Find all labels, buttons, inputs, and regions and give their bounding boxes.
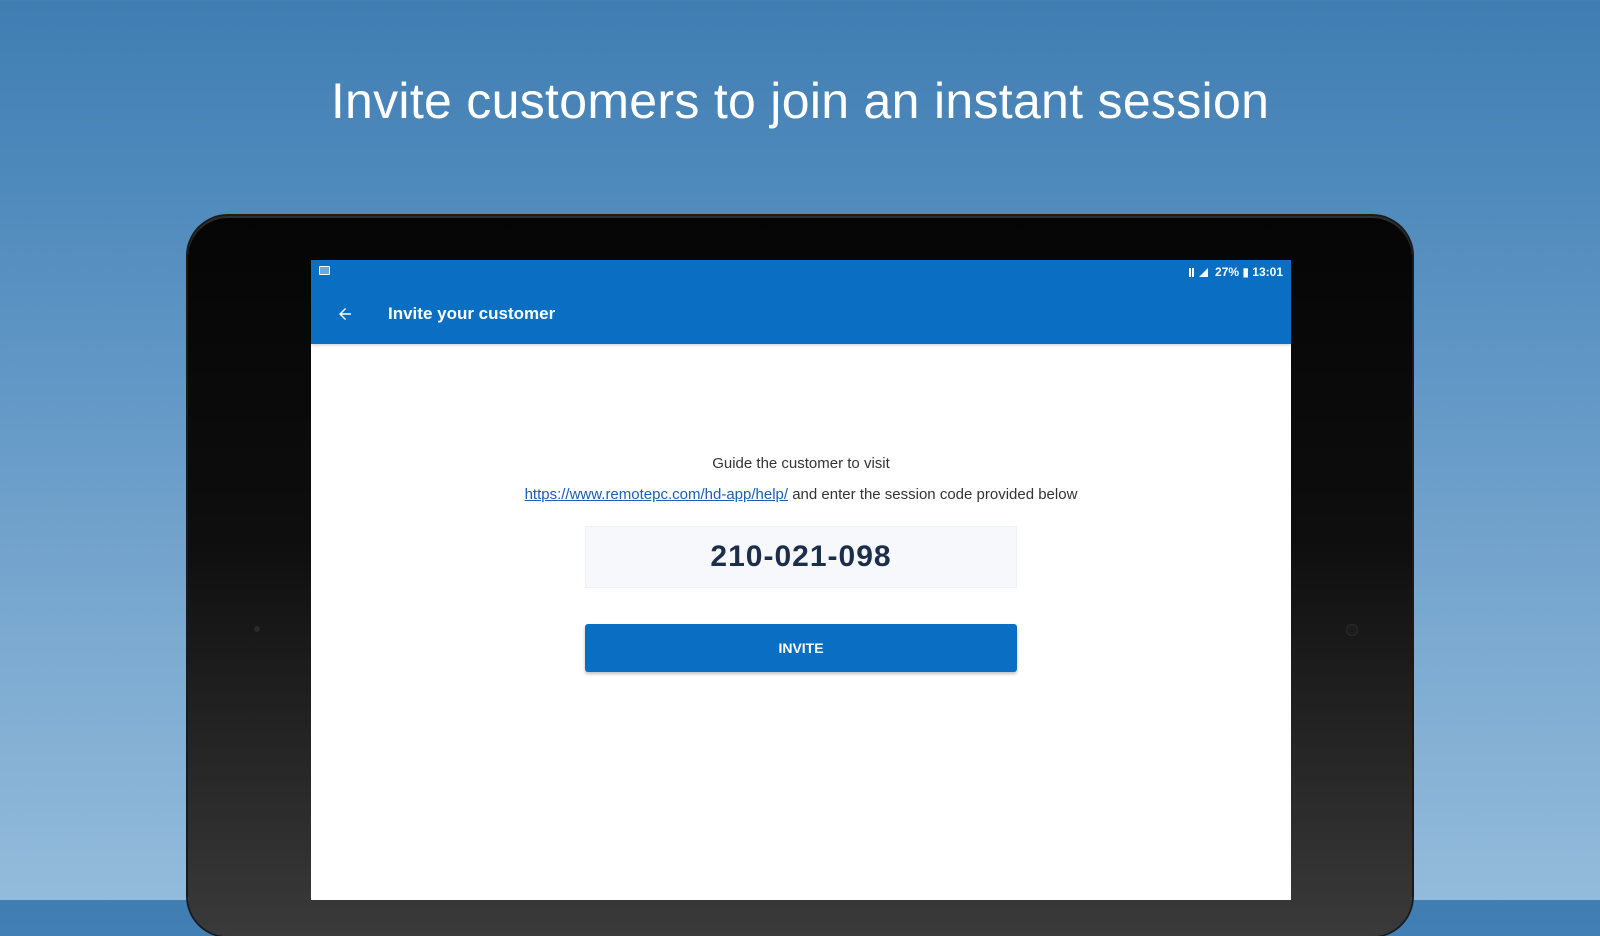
status-indicators: 27% ▮ 13:01 xyxy=(1189,265,1283,279)
main-content: Guide the customer to visit https://www.… xyxy=(311,344,1291,900)
app-screen: 27% ▮ 13:01 Invite your customer Guide t… xyxy=(311,260,1291,900)
tablet-camera xyxy=(1346,624,1358,636)
session-code: 210-021-098 xyxy=(585,526,1017,588)
image-notification-icon xyxy=(319,266,330,275)
guide-instruction-text: and enter the session code provided belo… xyxy=(792,486,1078,503)
signal-icon xyxy=(1189,268,1209,277)
app-bar: Invite your customer xyxy=(311,284,1291,344)
guide-text: Guide the customer to visit xyxy=(712,455,890,472)
invite-button[interactable]: INVITE xyxy=(585,624,1017,672)
help-link[interactable]: https://www.remotepc.com/hd-app/help/ xyxy=(525,486,788,503)
status-bar: 27% ▮ 13:01 xyxy=(311,260,1291,284)
status-text: 27% ▮ 13:01 xyxy=(1215,265,1283,279)
back-button[interactable] xyxy=(330,299,360,329)
arrow-back-icon xyxy=(339,308,351,320)
headline: Invite customers to join an instant sess… xyxy=(330,73,1270,129)
app-title: Invite your customer xyxy=(388,304,556,323)
guide-instruction: https://www.remotepc.com/hd-app/help/ an… xyxy=(311,486,1291,503)
tablet-sensor xyxy=(254,626,260,632)
